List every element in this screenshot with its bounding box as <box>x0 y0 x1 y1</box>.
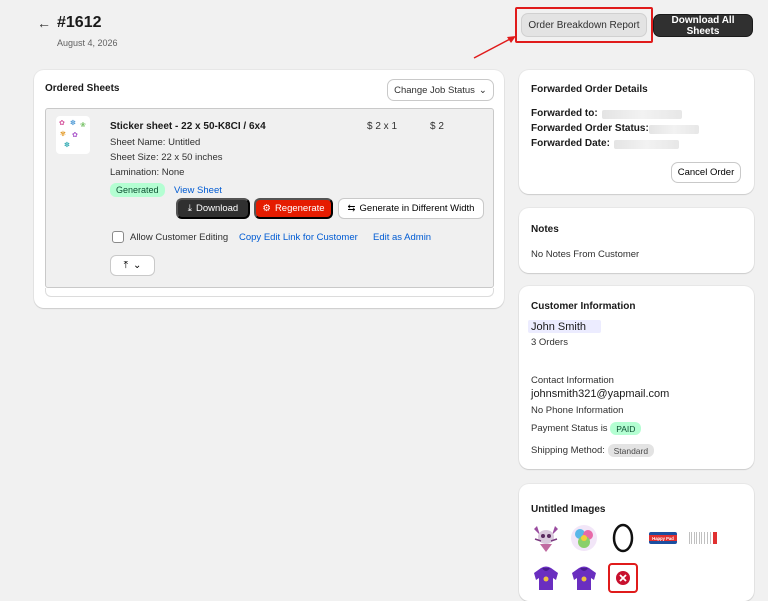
order-date: August 4, 2026 <box>57 38 118 48</box>
shipping-method-row: Shipping Method: Standard <box>531 444 655 457</box>
happy-pad-logo-text: Happy Pad <box>652 536 674 541</box>
generate-different-width-button[interactable]: ⇆ Generate in Different Width <box>338 198 484 219</box>
untitled-images-card: Untitled Images Happy Pad <box>519 484 754 601</box>
customer-info-title: Customer Information <box>531 301 636 312</box>
sheet-size: Sheet Size: 22 x 50 inches <box>110 152 223 163</box>
payment-status-label: Payment Status is <box>531 423 608 435</box>
regenerate-button[interactable]: ⚙ Regenerate <box>254 198 333 219</box>
purple-hoodie-icon <box>572 566 596 590</box>
redacted-value <box>614 140 679 149</box>
swap-arrows-icon: ⇆ <box>347 203 356 214</box>
cancel-order-button[interactable]: Cancel Order <box>671 162 741 183</box>
purple-hoodie-icon <box>534 566 558 590</box>
order-number: #1612 <box>57 14 102 31</box>
view-sheet-link[interactable]: View Sheet <box>174 185 222 196</box>
generated-status-badge: Generated <box>110 183 165 197</box>
edit-as-admin-link[interactable]: Edit as Admin <box>373 232 431 243</box>
image-thumbnail-oval[interactable] <box>608 523 638 553</box>
customer-orders-count[interactable]: 3 Orders <box>531 337 568 348</box>
image-thumbnail-hoodie-1[interactable] <box>531 563 561 593</box>
sheet-item-footer <box>45 288 494 297</box>
download-icon: ⤓ <box>187 203 192 214</box>
sheet-title: Sticker sheet - 22 x 50-K8CI / 6x4 <box>110 121 266 132</box>
barcode-strip-icon <box>689 532 717 544</box>
allow-customer-editing-checkbox[interactable] <box>112 231 124 243</box>
customer-phone: No Phone Information <box>531 405 624 416</box>
error-close-icon <box>616 571 630 585</box>
image-thumbnail-barcode[interactable] <box>687 523 717 553</box>
change-job-status-label: Change Job Status <box>394 84 475 96</box>
untitled-images-title: Untitled Images <box>531 504 606 515</box>
shipping-method-badge: Standard <box>607 444 655 457</box>
chevron-down-icon: ⌄ <box>478 84 487 96</box>
image-thumbnail-happy-pad[interactable]: Happy Pad <box>648 523 678 553</box>
forwarded-order-card: Forwarded Order Details Forwarded to: Fo… <box>519 70 754 194</box>
sheet-name: Sheet Name: Untitled <box>110 137 201 148</box>
happy-pad-logo-icon: Happy Pad <box>649 532 677 544</box>
forwarded-date-label: Forwarded Date: <box>531 138 610 149</box>
redacted-value <box>649 125 699 134</box>
redacted-value <box>602 110 682 119</box>
upload-menu-button[interactable]: ⤒ ⌄ <box>110 255 155 276</box>
ordered-sheets-card: Ordered Sheets Change Job Status ⌄ ✿ ✽ ❀… <box>34 70 504 308</box>
download-all-sheets-button[interactable]: Download All Sheets <box>653 14 753 37</box>
sheet-item: ✿ ✽ ❀ ✾ ✿ ✽ Sticker sheet - 22 x 50-K8CI… <box>45 108 494 288</box>
gear-icon: ⚙ <box>262 203 271 214</box>
ordered-sheets-title: Ordered Sheets <box>45 83 120 94</box>
change-job-status-button[interactable]: Change Job Status ⌄ <box>387 79 494 101</box>
forwarded-status-label: Forwarded Order Status: <box>531 123 649 134</box>
sheet-total-price: $ 2 <box>430 121 444 132</box>
colorful-sticker-icon <box>571 525 597 551</box>
regenerate-label: Regenerate <box>274 203 325 214</box>
customer-email: johnsmith321@yapmail.com <box>531 388 670 400</box>
customer-info-card: Customer Information John Smith 3 Orders… <box>519 286 754 469</box>
sheet-lamination: Lamination: None <box>110 167 185 178</box>
allow-customer-editing-label: Allow Customer Editing <box>130 232 229 243</box>
payment-status-badge: PAID <box>610 422 642 435</box>
image-thumbnail-colorful[interactable] <box>569 523 599 553</box>
image-thumbnail-error[interactable] <box>608 563 638 593</box>
download-label: Download <box>195 203 239 214</box>
image-thumbnail-skull[interactable] <box>531 523 561 553</box>
notes-title: Notes <box>531 224 559 235</box>
shipping-method-label: Shipping Method: <box>531 445 605 457</box>
sheet-thumbnail[interactable]: ✿ ✽ ❀ ✾ ✿ ✽ <box>56 116 90 154</box>
order-breakdown-report-button[interactable]: Order Breakdown Report <box>521 13 647 37</box>
download-button[interactable]: ⤓ Download <box>176 198 250 219</box>
sheet-unit-price: $ 2 x 1 <box>367 121 398 132</box>
copy-edit-link[interactable]: Copy Edit Link for Customer <box>239 232 358 243</box>
oval-ring-icon <box>612 523 634 553</box>
annotation-highlight-box: Order Breakdown Report <box>515 7 653 43</box>
notes-text: No Notes From Customer <box>531 249 640 260</box>
image-thumbnail-hoodie-2[interactable] <box>569 563 599 593</box>
forwarded-order-title: Forwarded Order Details <box>531 84 648 95</box>
back-arrow-icon[interactable]: ← <box>37 15 51 31</box>
payment-status-row: Payment Status is PAID <box>531 422 642 435</box>
generate-width-label: Generate in Different Width <box>359 203 475 214</box>
notes-card: Notes No Notes From Customer <box>519 208 754 273</box>
contact-info-title: Contact Information <box>531 375 614 386</box>
annotation-arrow-icon <box>473 36 516 59</box>
chevron-down-icon: ⌄ <box>133 260 142 271</box>
customer-name[interactable]: John Smith <box>531 321 586 333</box>
skull-art-icon <box>534 526 558 552</box>
forwarded-to-label: Forwarded to: <box>531 108 598 119</box>
upload-icon: ⤒ <box>123 260 129 271</box>
